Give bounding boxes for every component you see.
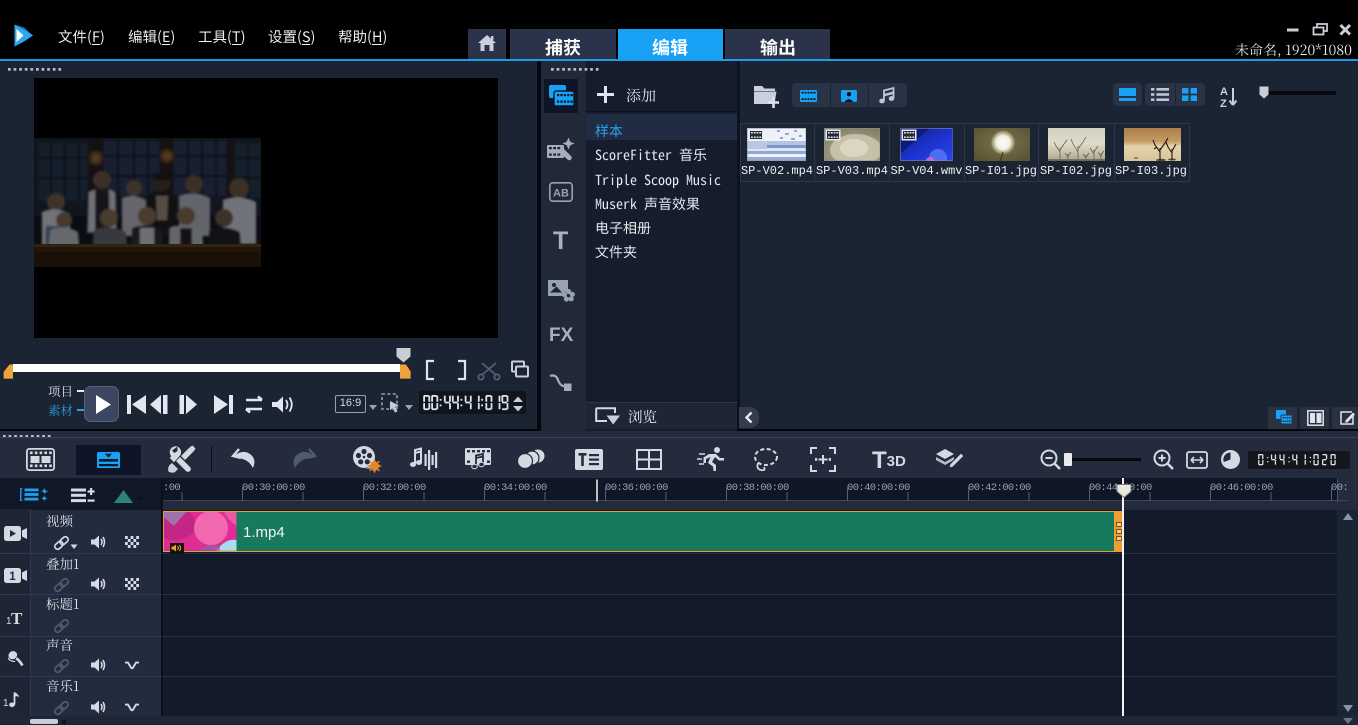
- svg-text:A: A: [1220, 86, 1228, 98]
- svg-text:AB: AB: [553, 188, 569, 200]
- svg-text:1: 1: [9, 571, 16, 583]
- svg-text:00:: 00:: [1331, 482, 1348, 494]
- svg-text:T: T: [11, 609, 23, 626]
- svg-text:00:42:00:00: 00:42:00:00: [968, 482, 1031, 494]
- svg-text:00:46:00:00: 00:46:00:00: [1210, 482, 1273, 494]
- svg-text:00:38:00:00: 00:38:00:00: [726, 482, 789, 494]
- svg-text:Z: Z: [1220, 98, 1227, 110]
- svg-text:00:30:00:00: 00:30:00:00: [242, 482, 305, 494]
- svg-text:1: 1: [3, 698, 9, 708]
- svg-text:00:32:00:00: 00:32:00:00: [363, 482, 426, 494]
- svg-text:00:36:00:00: 00:36:00:00: [605, 482, 668, 494]
- svg-text::00: :00: [163, 482, 180, 494]
- svg-text:00:34:00:00: 00:34:00:00: [484, 482, 547, 494]
- svg-text:00:40:00:00: 00:40:00:00: [847, 482, 910, 494]
